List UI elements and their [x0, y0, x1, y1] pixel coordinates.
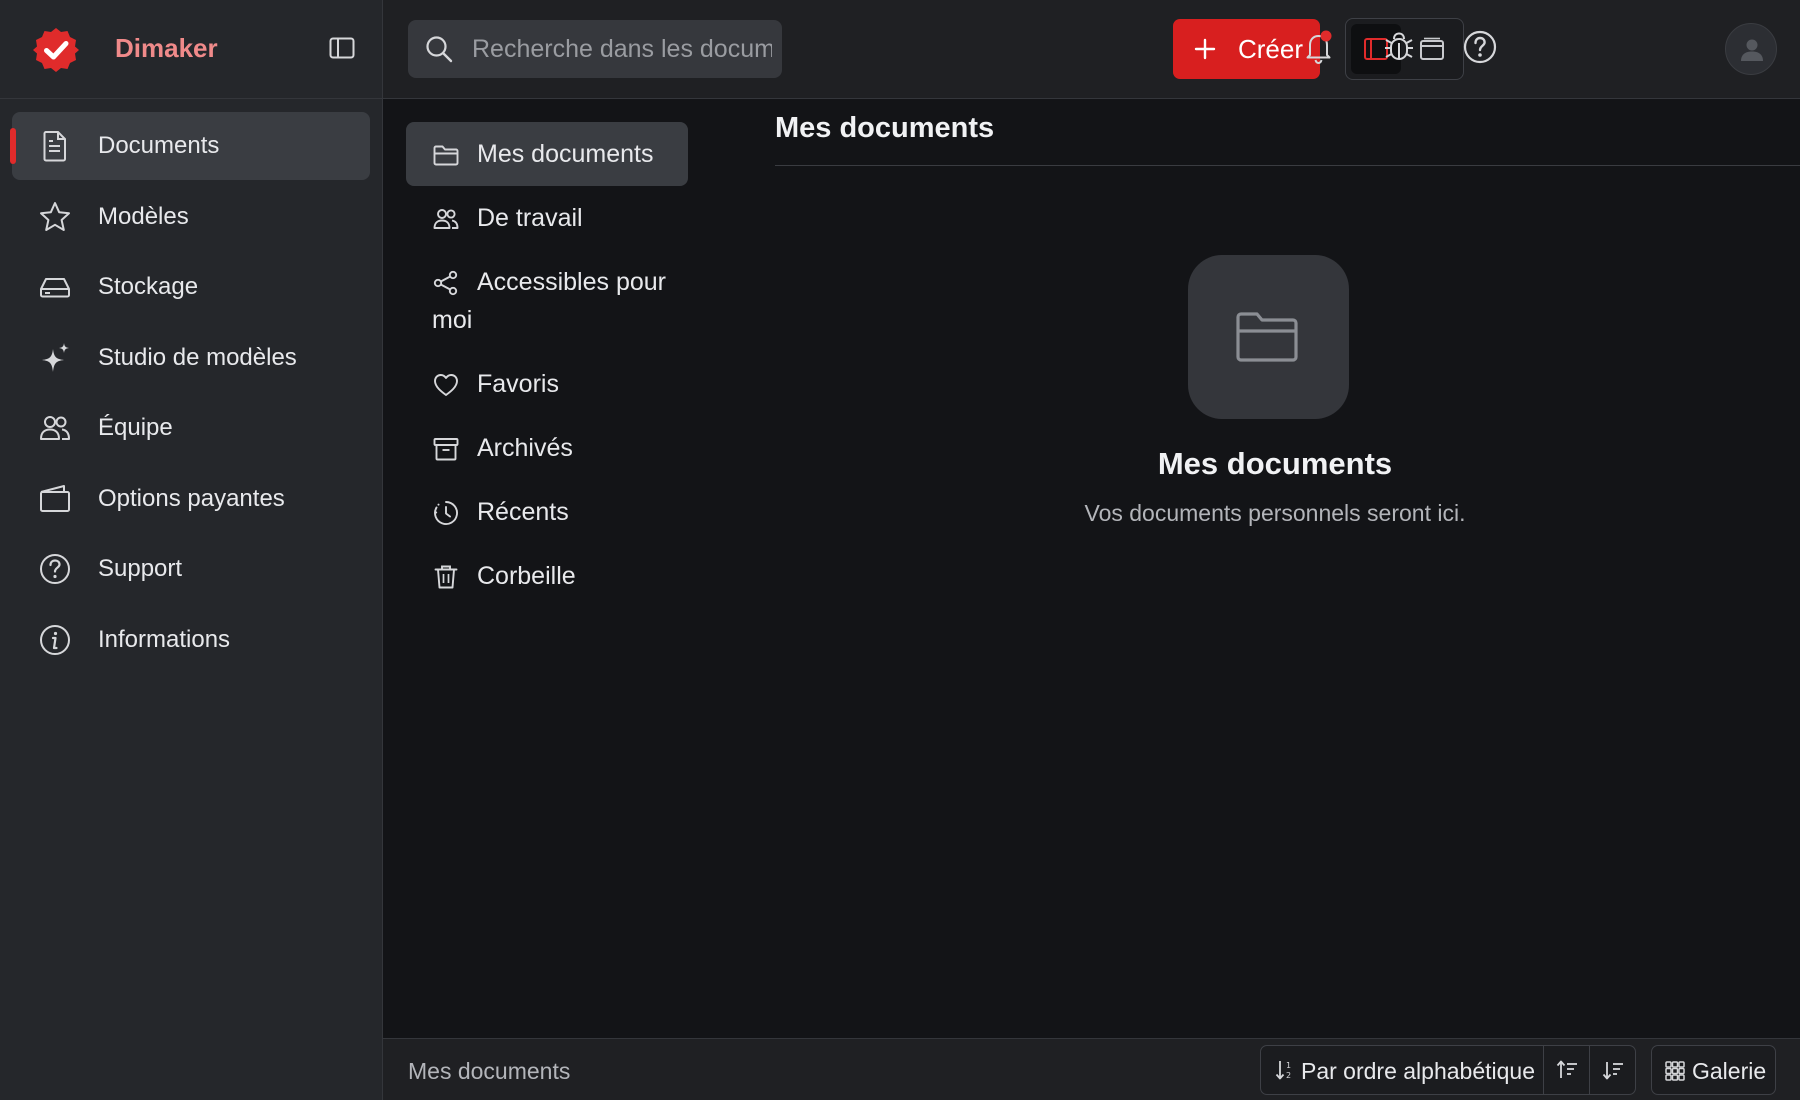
grid-icon [1665, 1061, 1685, 1081]
logo-badge-icon[interactable] [32, 26, 80, 74]
brand-header: Dimaker [0, 0, 383, 99]
sort-controls: 1 2 Par ordre alphabétique [1260, 1045, 1636, 1095]
folder-icon [432, 141, 460, 169]
svg-text:1: 1 [1286, 1061, 1291, 1070]
subnav-item-my-documents[interactable]: Mes documents [406, 122, 688, 186]
page-title: Mes documents [775, 112, 995, 144]
sidebar-item-team[interactable]: Équipe [12, 394, 370, 462]
sidebar-item-storage[interactable]: Stockage [12, 253, 370, 321]
empty-state-title: Mes documents [1157, 446, 1393, 481]
sidebar: Dimaker Documents Modèles Stockage Studi… [0, 0, 383, 1100]
sidebar-item-information[interactable]: Informations [12, 606, 370, 674]
info-circle-icon [38, 623, 72, 657]
user-avatar[interactable] [1725, 23, 1777, 75]
app-name: Dimaker [115, 33, 218, 63]
help-icon[interactable] [1461, 28, 1499, 66]
subnav-item-recent[interactable]: Récents [406, 480, 688, 544]
plus-icon [1193, 37, 1217, 61]
search-input[interactable] [472, 20, 772, 78]
tabs-layout-icon [1420, 37, 1444, 60]
star-icon [38, 200, 72, 234]
clock-icon [432, 499, 460, 527]
subnav-item-shared-with-me[interactable]: Accessibles pour moi [406, 250, 688, 352]
current-location: Mes documents [408, 1058, 571, 1084]
sparkle-icon [38, 341, 72, 375]
search-box[interactable] [408, 20, 782, 78]
empty-state-illustration [1188, 255, 1349, 419]
sort-ascending-icon [1556, 1060, 1577, 1078]
subnav-item-work[interactable]: De travail [406, 186, 688, 250]
svg-text:2: 2 [1286, 1071, 1291, 1080]
sidebar-item-label: Équipe [98, 414, 173, 441]
sort-descending-icon [1602, 1062, 1623, 1080]
empty-state-subtitle: Vos documents personnels seront ici. [1084, 500, 1466, 526]
archive-icon [432, 435, 460, 463]
document-icon [38, 129, 72, 163]
sidebar-item-models[interactable]: Modèles [12, 183, 370, 251]
main-nav: Documents Modèles Stockage Studio de mod… [10, 112, 370, 676]
people-icon [432, 205, 460, 233]
sort-ascending-button[interactable] [1544, 1046, 1590, 1094]
storage-drive-icon [38, 270, 72, 304]
sidebar-item-support[interactable]: Support [12, 535, 370, 603]
documents-subnav: Mes documents De travail Accessibles pou… [406, 122, 688, 608]
bug-report-icon[interactable] [1380, 28, 1418, 66]
collapse-sidebar-icon[interactable] [328, 34, 356, 62]
share-icon [432, 269, 460, 297]
sidebar-item-label: Support [98, 555, 183, 582]
sidebar-item-label: Stockage [98, 273, 199, 300]
gallery-view-button[interactable]: Galerie [1651, 1045, 1776, 1095]
sidebar-item-label: Modèles [98, 202, 189, 230]
create-button-label: Créer [1238, 33, 1304, 64]
subnav-item-label: Accessibles pour moi [432, 268, 666, 334]
sidebar-item-paid-options[interactable]: Options payantes [12, 465, 370, 533]
team-icon [38, 411, 72, 445]
sort-descending-button[interactable] [1590, 1046, 1636, 1094]
user-icon [1741, 39, 1763, 61]
title-divider [775, 165, 1800, 166]
sort-mode-button[interactable]: 1 2 Par ordre alphabétique [1261, 1046, 1544, 1094]
question-circle-icon [38, 552, 72, 586]
sort-alpha-icon: 1 2 [1275, 1061, 1291, 1080]
trash-icon [432, 563, 460, 591]
create-button[interactable]: Créer [1173, 19, 1320, 79]
top-bar: Créer [383, 0, 1800, 99]
sidebar-item-label: Documents [98, 132, 220, 159]
sidebar-item-template-studio[interactable]: Studio de modèles [12, 324, 370, 392]
gallery-view-label: Galerie [1692, 1058, 1767, 1084]
sidebar-item-label: Informations [98, 625, 231, 653]
notifications-bell-icon[interactable] [1300, 28, 1338, 66]
subnav-item-trash[interactable]: Corbeille [406, 544, 688, 608]
subnav-item-favorites[interactable]: Favoris [406, 352, 688, 416]
heart-icon [432, 371, 460, 399]
subnav-item-archived[interactable]: Archivés [406, 416, 688, 480]
sidebar-item-label: Studio de modèles [98, 343, 297, 371]
sort-mode-label: Par ordre alphabétique [1301, 1058, 1535, 1084]
wallet-icon [38, 482, 72, 516]
folder-icon [1236, 312, 1298, 362]
sidebar-item-documents[interactable]: Documents [10, 112, 370, 180]
sidebar-item-label: Options payantes [98, 484, 285, 512]
status-bar: Mes documents 1 2 Par ordre alphabétique [383, 1038, 1800, 1100]
search-icon [424, 34, 454, 64]
